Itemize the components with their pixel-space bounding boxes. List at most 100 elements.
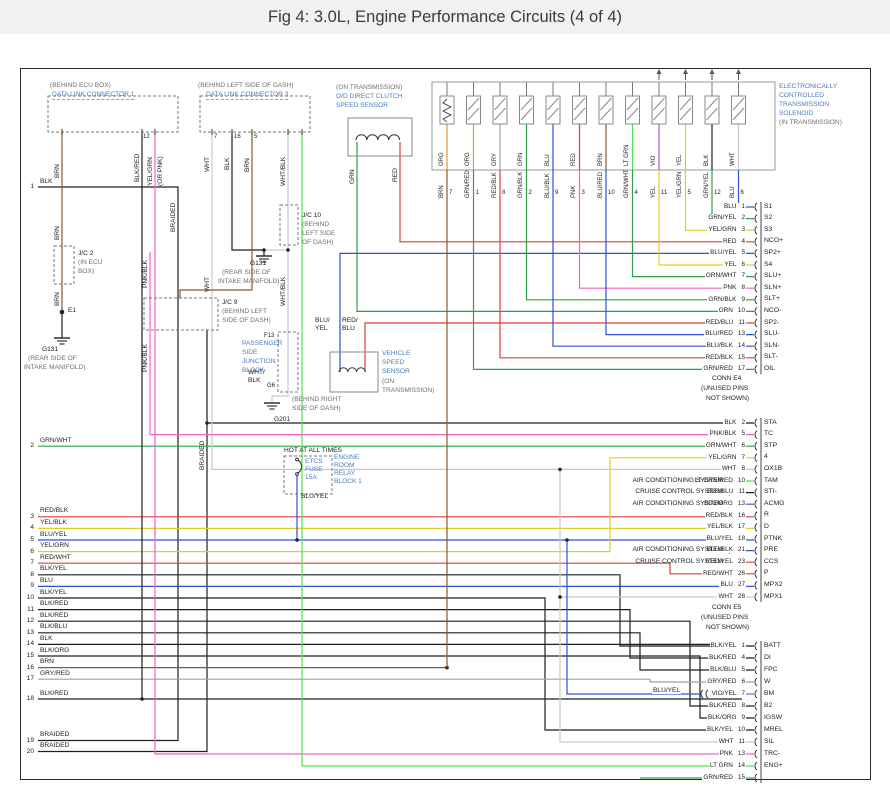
rotated-wire-label: RED: [392, 168, 399, 182]
pin-wire-label: WHT: [719, 738, 734, 745]
relay-block-label: ENGINE: [334, 454, 359, 461]
left-row-number: 20: [21, 748, 34, 755]
solenoid-output-pin: 6: [741, 190, 744, 197]
dlc3-name: DATA LINK CONNECTOR 3: [206, 91, 288, 100]
rotated-wire-label: GRN: [349, 169, 356, 184]
pin-number: 7: [741, 454, 745, 461]
jc2-location: (IN ECU: [78, 259, 103, 266]
rotated-wire-label: (OR PNK): [157, 156, 164, 186]
component-box: [280, 205, 298, 245]
conn-e4-label: CONN E4: [712, 375, 741, 382]
pin-bracket-icon: [755, 319, 757, 327]
left-row-number: 1: [21, 183, 34, 190]
solenoid-output-pin: 5: [688, 190, 691, 197]
pin-number: 13: [738, 330, 745, 337]
conn-e5-pin-row: BLU/YEL18: [654, 535, 746, 542]
junction-dot: [286, 248, 290, 252]
wire-line: [38, 610, 754, 658]
conn-e5-pin-row: BLU27: [654, 581, 746, 588]
rotated-wire-label: PNK/BLK: [142, 260, 149, 288]
solenoid-output-wire-label: RED/BLK: [492, 172, 499, 198]
conn-e4-note: NOT SHOWN): [706, 395, 749, 402]
pin-number: 11: [738, 738, 745, 745]
pin-name: D: [764, 523, 769, 531]
junction-dot: [558, 468, 562, 472]
pin-number: 26: [738, 570, 745, 577]
pin-bracket-icon: [755, 726, 757, 734]
conn-bottom-pin-row: BLK/ORG9: [654, 714, 746, 721]
solenoid-output-wire-label: BLU/BLK: [545, 173, 552, 198]
solenoid-output-pin: 1: [476, 190, 479, 197]
pin-bracket-icon: [755, 714, 757, 722]
left-row-wire-label: BLK/RED: [40, 612, 68, 619]
pin-bracket-icon: [755, 738, 757, 746]
wire-line: [232, 132, 264, 250]
pin-wire-label: RED: [723, 238, 737, 245]
vss-name: SPEED: [382, 359, 404, 366]
pin-name: DI: [764, 654, 771, 662]
junction-dot: [262, 248, 266, 252]
figure-title: Fig 4: 3.0L, Engine Performance Circuits…: [0, 0, 890, 34]
left-row-number: 12: [21, 617, 34, 624]
pin-number: 6: [741, 442, 745, 449]
conn-bottom-pin-row: BLK/YEL1: [654, 642, 746, 649]
conn-e4-pin-row: BLU/RED13: [654, 330, 746, 337]
solenoid-wire-label: GRN: [518, 153, 525, 166]
pin-name: ACMG: [764, 500, 784, 508]
pin-number: 8: [741, 284, 745, 291]
pin-number: 11: [738, 488, 745, 495]
pin-bracket-icon: [755, 307, 757, 315]
psjb-name: SIDE: [242, 349, 257, 356]
wire-line: [739, 170, 755, 207]
pin-wire-label: BLK/BLU: [710, 666, 736, 673]
pin-bracket-icon: [755, 249, 757, 257]
rotated-wire-label: BLK: [224, 158, 231, 170]
od-sensor-name: O/D DIRECT CLUTCH: [336, 93, 403, 100]
left-row-number: 9: [21, 582, 34, 589]
pin-bracket-icon: [755, 273, 757, 281]
pin-wire-label: YEL/GRN: [708, 226, 736, 233]
solenoid-wire-label: VIO: [651, 156, 658, 166]
psjb-name: JUNCTION: [242, 358, 275, 365]
junction-dot: [295, 538, 299, 542]
pin-bracket-icon: [755, 581, 757, 589]
pin-name: STA: [764, 419, 777, 427]
solenoid-output-pin: 11: [661, 190, 667, 197]
left-row-wire-label: RED/BLK: [40, 507, 68, 514]
left-row-wire-label: YEL/GRN: [40, 542, 69, 549]
pin-bracket-icon: [755, 642, 757, 650]
pin-bracket-icon: [755, 238, 757, 246]
relay-block-label: RELAY: [334, 470, 355, 477]
left-row-number: 18: [21, 695, 34, 702]
pin-wire-label: RED/BLK: [706, 354, 733, 361]
pin-bracket-icon: [755, 654, 757, 662]
g201-name: G201: [274, 416, 290, 423]
pin-name: MPX1: [764, 593, 783, 601]
pin-number: 15: [738, 774, 745, 781]
wire-line: [38, 598, 754, 730]
pin-number: 21: [738, 546, 745, 553]
conn-bottom-pin-row: GRN/RED15: [654, 774, 746, 781]
dlc1-location: (BEHIND ECU BOX): [50, 82, 111, 89]
pin-number: 10: [738, 307, 745, 314]
solenoid-unit-icon: [440, 96, 454, 124]
g201-wire-label: WHT/: [248, 369, 265, 376]
pin-wire-label: GRN/WHT: [706, 272, 737, 279]
left-row-wire-label: GRN/WHT: [40, 437, 72, 444]
relay-block-label: BLOCK 1: [334, 478, 362, 485]
pin-number: 3: [741, 226, 745, 233]
left-row-wire-label: BLU/YEL: [40, 531, 67, 538]
g131-mid-location: (REAR SIDE OF: [222, 269, 271, 276]
left-row-wire-label: BLK/ORG: [40, 647, 69, 654]
pin-name: SLT+: [764, 295, 780, 303]
pin-name: NCO+: [764, 237, 783, 245]
conn-e4-pin-row: YEL/GRN 3: [654, 226, 746, 233]
conn-e5-pin-row: YEL/BLK17: [654, 523, 746, 530]
pin-number: 2: [741, 214, 745, 221]
component-box: [200, 96, 310, 132]
conn-e5-pin-row: WHT28: [654, 593, 746, 600]
pin-name: PTNK: [764, 535, 782, 543]
conn-e4-pin-row: GRN10: [654, 307, 746, 314]
pin-wire-label: RED/BLU: [706, 319, 734, 326]
pin-name: STP: [764, 442, 777, 450]
